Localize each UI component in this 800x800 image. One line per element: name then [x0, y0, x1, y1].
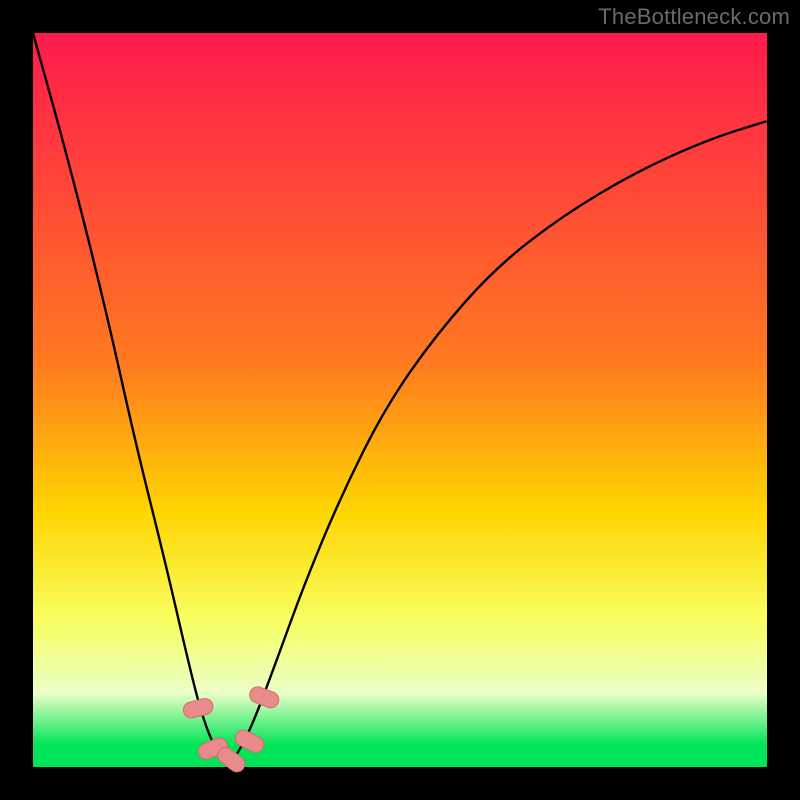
chart-stage: TheBottleneck.com — [0, 0, 800, 800]
bottleneck-chart — [0, 0, 800, 800]
watermark-text: TheBottleneck.com — [598, 4, 790, 30]
plot-background — [33, 33, 767, 767]
